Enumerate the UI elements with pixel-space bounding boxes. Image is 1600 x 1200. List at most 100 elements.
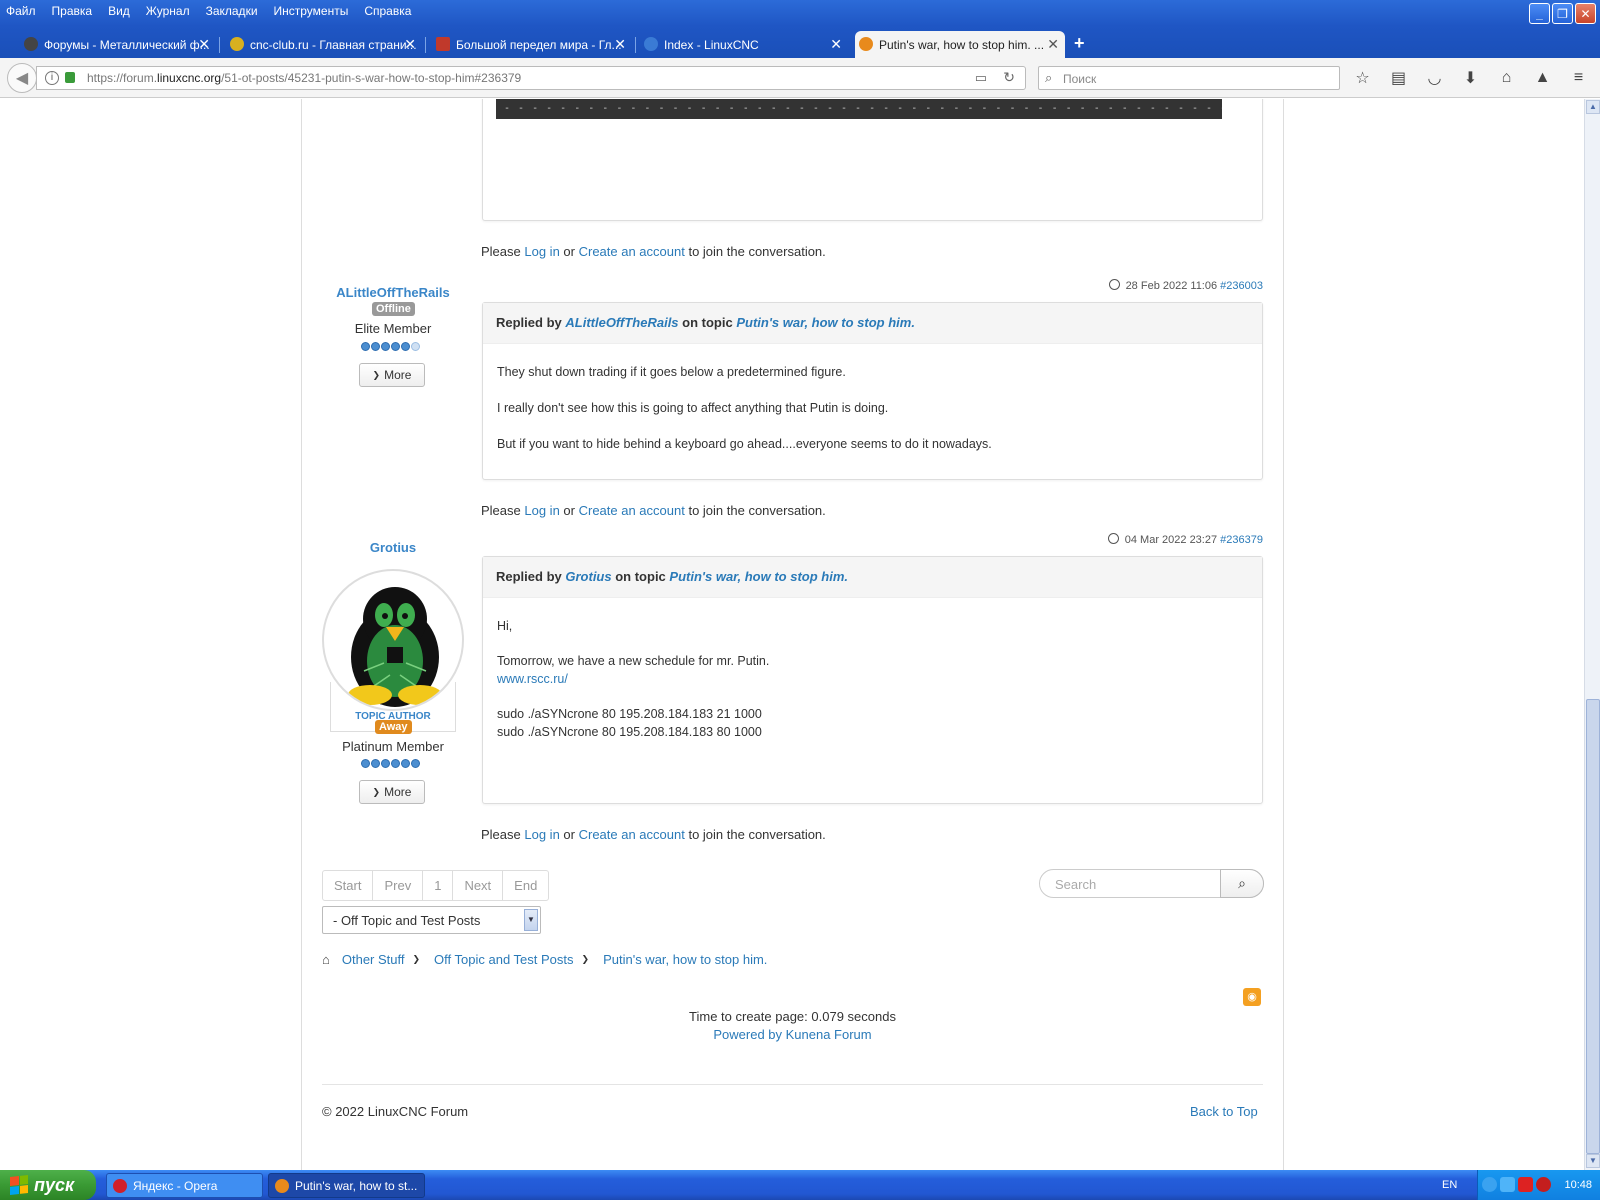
menu-tools[interactable]: Инструменты	[274, 0, 357, 20]
menu-help[interactable]: Справка	[364, 0, 419, 20]
more-button[interactable]: ❯ More	[359, 780, 425, 804]
search-button[interactable]: ⌕	[1220, 869, 1264, 898]
menu-edit[interactable]: Правка	[52, 0, 101, 20]
message-line: But if you want to hide behind a keyboar…	[497, 437, 992, 451]
post-author-name[interactable]: Grotius	[318, 540, 468, 555]
opera-icon	[113, 1178, 127, 1193]
chevron-down-icon: ❯	[372, 369, 381, 380]
forum-search-input[interactable]: Search ⌕	[1039, 869, 1264, 898]
scroll-up-icon[interactable]: ▲	[1586, 100, 1600, 114]
home-icon[interactable]: ⌂	[1496, 67, 1517, 88]
antivirus-icon[interactable]	[1518, 1177, 1533, 1192]
reload-icon[interactable]: ↻	[1003, 69, 1015, 86]
tray-arrow-icon[interactable]	[1482, 1177, 1497, 1192]
close-window-button[interactable]: ✕	[1575, 3, 1596, 24]
page-end-button[interactable]: End	[503, 871, 548, 900]
page-next-button[interactable]: Next	[453, 871, 504, 900]
tab-world-redivision[interactable]: Большой передел мира - Гл... ✕	[432, 31, 632, 58]
menu-bar: Файл Правка Вид Журнал Закладки Инструме…	[0, 0, 427, 20]
bookmark-star-icon[interactable]: ☆	[1352, 67, 1373, 88]
join-conversation-line: Please Log in or Create an account to jo…	[481, 827, 826, 842]
rss-icon[interactable]: ◉	[1243, 988, 1261, 1006]
system-tray: EN 10:48	[1442, 1170, 1600, 1200]
scroll-down-icon[interactable]: ▼	[1586, 1154, 1600, 1168]
reply-topic-link[interactable]: Putin's war, how to stop him.	[669, 569, 848, 584]
breadcrumb-other-stuff[interactable]: Other Stuff	[342, 952, 405, 967]
navigation-bar: ◀ i https://forum.linuxcnc.org/51-ot-pos…	[0, 58, 1600, 98]
clock-icon	[1107, 533, 1119, 544]
taskbar-item-firefox[interactable]: Putin's war, how to st...	[268, 1173, 425, 1198]
back-to-top-link[interactable]: Back to Top	[1190, 1104, 1258, 1119]
back-arrow-icon[interactable]: ◀	[7, 63, 37, 93]
close-tab-icon[interactable]: ✕	[1047, 36, 1059, 53]
page-prev-button[interactable]: Prev	[373, 871, 424, 900]
download-icon[interactable]: ⬇	[1460, 67, 1481, 88]
chevron-down-icon: ❯	[372, 786, 381, 797]
page-number-button[interactable]: 1	[423, 871, 454, 900]
create-account-link[interactable]: Create an account	[579, 503, 685, 518]
post-author-name[interactable]: ALittleOffTheRails	[318, 285, 468, 300]
tab-cnc-club[interactable]: cnc-club.ru - Главная страни... ✕	[226, 31, 422, 58]
post-date: 28 Feb 2022 11:06	[1125, 280, 1218, 292]
create-account-link[interactable]: Create an account	[579, 244, 685, 259]
page-viewport: - - - - - - - - - - - - - - - - - - - - …	[0, 99, 1584, 1170]
address-bar[interactable]: i https://forum.linuxcnc.org/51-ot-posts…	[36, 66, 1026, 90]
create-account-link[interactable]: Create an account	[579, 827, 685, 842]
breadcrumb-topic[interactable]: Putin's war, how to stop him.	[603, 952, 767, 967]
powered-by-link[interactable]: Powered by Kunena Forum	[713, 1027, 871, 1042]
category-select[interactable]: - Off Topic and Test Posts ▼	[322, 906, 541, 934]
new-tab-button[interactable]: +	[1074, 33, 1085, 54]
menu-file[interactable]: Файл	[6, 0, 44, 20]
info-icon[interactable]: i	[45, 71, 59, 85]
reading-list-icon[interactable]: ▤	[1388, 67, 1409, 88]
reader-view-icon[interactable]: ▭	[975, 70, 987, 86]
login-link[interactable]: Log in	[524, 827, 559, 842]
pocket-icon[interactable]: ◡	[1424, 67, 1445, 88]
breadcrumb-off-topic[interactable]: Off Topic and Test Posts	[434, 952, 573, 967]
reply-title: Replied by Grotius on topic Putin's war,…	[483, 557, 1262, 598]
gear-favicon-icon	[24, 37, 38, 51]
language-indicator[interactable]: EN	[1442, 1179, 1457, 1191]
tray-app-icon[interactable]	[1500, 1177, 1515, 1192]
page-start-button[interactable]: Start	[323, 871, 374, 900]
hamburger-menu-icon[interactable]: ≡	[1568, 67, 1589, 88]
vertical-scrollbar[interactable]: ▲ ▼	[1584, 99, 1600, 1170]
login-link[interactable]: Log in	[524, 503, 559, 518]
tab-putins-war[interactable]: Putin's war, how to stop him. ... ✕	[855, 31, 1065, 58]
opera-tray-icon[interactable]	[1536, 1177, 1551, 1192]
reply-author-link[interactable]: ALittleOffTheRails	[565, 315, 678, 330]
window-controls: _ ❐ ✕	[1529, 3, 1596, 24]
post-anchor-link[interactable]: #236379	[1220, 534, 1263, 546]
taskbar-item-opera[interactable]: Яндекс - Opera	[106, 1173, 263, 1198]
restore-button[interactable]: ❐	[1552, 3, 1573, 24]
menu-view[interactable]: Вид	[108, 0, 138, 20]
start-button[interactable]: пуск	[0, 1170, 96, 1200]
dropdown-arrow-icon[interactable]: ▼	[524, 909, 538, 931]
rank-dots	[361, 342, 420, 351]
reply-topic-link[interactable]: Putin's war, how to stop him.	[736, 315, 915, 330]
private-hat-icon[interactable]: ▲	[1532, 67, 1553, 88]
chevron-right-icon: ❯	[412, 954, 421, 964]
status-badge: Offline	[372, 302, 415, 316]
clock-icon	[1108, 279, 1120, 290]
close-tab-icon[interactable]: ✕	[404, 36, 416, 53]
reply-author-link[interactable]: Grotius	[565, 569, 611, 584]
tab-linuxcnc-index[interactable]: Index - LinuxCNC ✕	[640, 31, 848, 58]
browser-search-box[interactable]: ⌕ Поиск	[1038, 66, 1340, 90]
menu-bookmarks[interactable]: Закладки	[206, 0, 266, 20]
reply-title: Replied by ALittleOffTheRails on topic P…	[483, 303, 1262, 344]
post-anchor-link[interactable]: #236003	[1220, 280, 1263, 292]
login-link[interactable]: Log in	[524, 244, 559, 259]
scroll-thumb[interactable]	[1586, 699, 1600, 1154]
rscc-link[interactable]: www.rscc.ru/	[497, 672, 568, 686]
more-button[interactable]: ❯ More	[359, 363, 425, 387]
minimize-button[interactable]: _	[1529, 3, 1550, 24]
close-tab-icon[interactable]: ✕	[830, 36, 842, 53]
join-conversation-line: Please Log in or Create an account to jo…	[481, 244, 826, 259]
tab-metal-forum[interactable]: Форумы - Металлический ф... ✕	[20, 31, 216, 58]
close-tab-icon[interactable]: ✕	[614, 36, 626, 53]
home-icon[interactable]: ⌂	[322, 952, 330, 967]
menu-history[interactable]: Журнал	[146, 0, 198, 20]
pagination: Start Prev 1 Next End	[322, 870, 550, 901]
close-tab-icon[interactable]: ✕	[198, 36, 210, 53]
